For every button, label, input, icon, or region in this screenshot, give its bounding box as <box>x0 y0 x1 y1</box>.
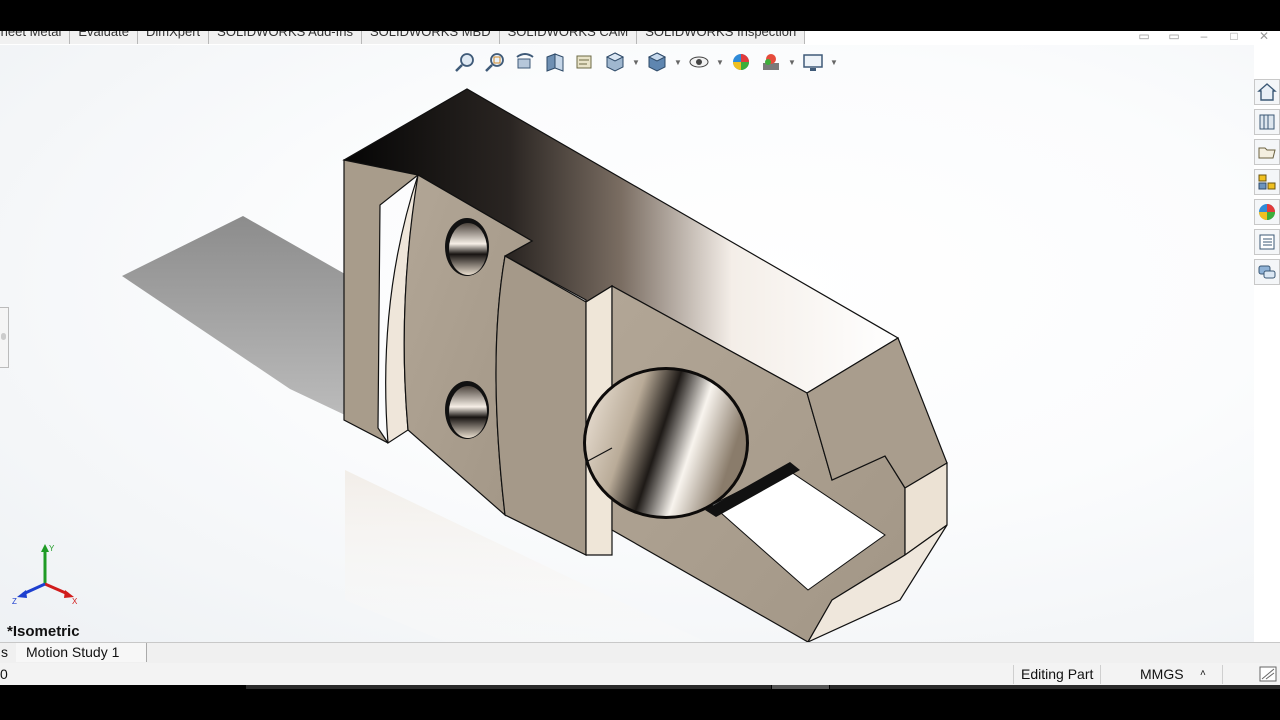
triad-z-letter: Z <box>12 597 17 604</box>
status-bar: 0 Editing Part MMGS ˄ <box>0 663 1280 685</box>
status-left-value: 0 <box>0 666 8 682</box>
zoom-to-area-icon[interactable] <box>482 50 508 74</box>
resize-grip-icon[interactable] <box>1258 664 1278 684</box>
screen-top-bar <box>0 0 1280 31</box>
forum-icon[interactable] <box>1254 259 1280 285</box>
solidworks-resources-icon[interactable] <box>1254 79 1280 105</box>
bottom-tab-bar: s Motion Study 1 <box>0 642 1280 664</box>
apply-scene-icon[interactable] <box>758 50 784 74</box>
edit-appearance-icon[interactable] <box>728 50 754 74</box>
zoom-to-fit-icon[interactable] <box>452 50 478 74</box>
appearances-icon[interactable] <box>1254 199 1280 225</box>
design-library-icon[interactable] <box>1254 109 1280 135</box>
triad-z-arrow <box>17 590 27 598</box>
status-divider <box>1100 665 1101 684</box>
triad-y-arrow <box>41 544 49 552</box>
hide-show-dropdown-icon[interactable]: ▼ <box>716 58 724 67</box>
view-orientation-label: *Isometric <box>7 623 80 640</box>
screen-bottom-bar <box>0 685 1280 720</box>
status-divider <box>1013 665 1014 684</box>
hide-show-items-icon[interactable] <box>686 50 712 74</box>
tab-motion-study-1[interactable]: Motion Study 1 <box>16 643 147 662</box>
floor-shadow <box>122 216 345 415</box>
view-settings-icon[interactable] <box>800 50 826 74</box>
bottom-bar-segment <box>246 685 771 689</box>
block-face-2 <box>495 255 587 556</box>
part-model[interactable] <box>0 31 1254 643</box>
triad-x-axis <box>44 582 69 596</box>
view-orientation-icon[interactable] <box>602 50 628 74</box>
display-style-dropdown-icon[interactable]: ▼ <box>674 58 682 67</box>
panel-handle-icon[interactable] <box>1 333 6 340</box>
bottom-bar-segment <box>772 685 829 689</box>
status-editing-part: Editing Part <box>1021 666 1094 682</box>
bolt-hole-top-inner <box>449 223 487 275</box>
feature-manager-collapse-handle[interactable] <box>0 307 9 368</box>
triad-y-letter: Y <box>49 544 55 553</box>
triad-x-letter: X <box>72 597 78 604</box>
previous-view-icon[interactable] <box>512 50 538 74</box>
view-palette-icon[interactable] <box>1254 169 1280 195</box>
solidworks-window: Sheet Metal Evaluate DimXpert SOLIDWORKS… <box>0 31 1280 685</box>
close-icon[interactable]: ✕ <box>1256 31 1272 43</box>
view-settings-dropdown-icon[interactable]: ▼ <box>830 58 838 67</box>
graphics-area[interactable]: Y X Z *Isometric <box>0 45 1254 643</box>
bottom-bar-segment <box>830 685 1280 689</box>
file-explorer-icon[interactable] <box>1254 139 1280 165</box>
heads-up-view-toolbar: ▼ ▼ ▼ ▼ ▼ <box>452 50 838 74</box>
clamp-bore-surface <box>586 370 746 516</box>
units-selector[interactable]: MMGS <box>1140 666 1184 682</box>
dynamic-annotation-icon[interactable] <box>572 50 598 74</box>
task-pane <box>1254 79 1280 285</box>
reference-triad: Y X Z <box>12 544 78 604</box>
status-divider <box>1222 665 1223 684</box>
apply-scene-dropdown-icon[interactable]: ▼ <box>788 58 796 67</box>
units-caret-icon[interactable]: ˄ <box>1200 668 1206 679</box>
display-style-icon[interactable] <box>644 50 670 74</box>
bolt-hole-bottom-inner <box>449 386 487 438</box>
view-orientation-dropdown-icon[interactable]: ▼ <box>632 58 640 67</box>
section-view-icon[interactable] <box>542 50 568 74</box>
custom-properties-icon[interactable] <box>1254 229 1280 255</box>
